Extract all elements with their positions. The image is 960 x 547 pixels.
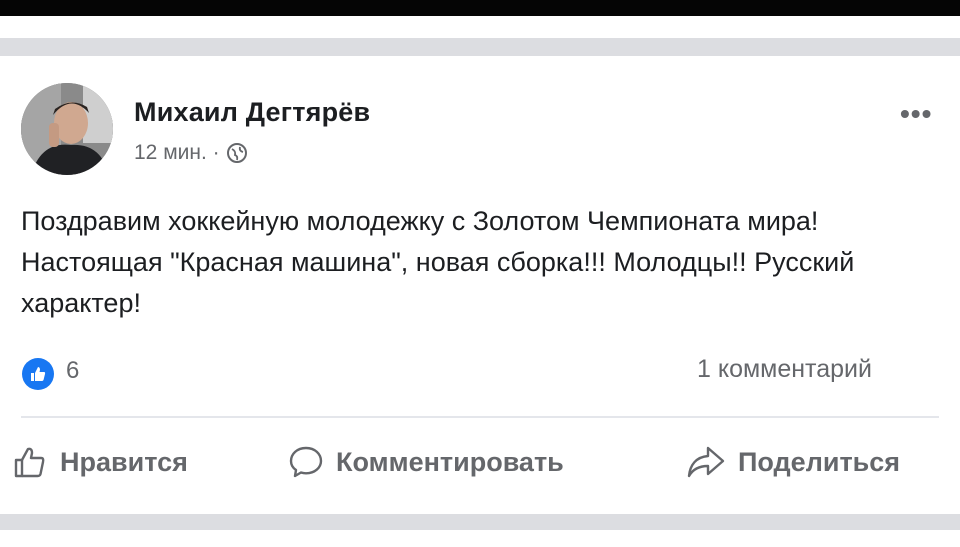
comment-button[interactable]: Комментировать <box>288 444 564 480</box>
comment-button-label: Комментировать <box>336 446 564 477</box>
post-card: Михаил Дегтярёв 12 мин. · ••• Поздравим … <box>0 56 960 514</box>
share-button-label: Поделиться <box>738 446 901 477</box>
globe-icon <box>226 142 248 164</box>
comment-icon <box>288 444 324 480</box>
share-button[interactable]: Поделиться <box>686 444 900 480</box>
top-black-bar <box>0 0 960 16</box>
avatar[interactable] <box>21 83 113 175</box>
divider <box>21 416 939 418</box>
post-meta: 12 мин. · <box>134 141 248 165</box>
likes-count[interactable]: 6 <box>66 357 79 385</box>
comments-count[interactable]: 1 комментарий <box>697 355 872 384</box>
feed-separator-bottom <box>0 514 960 530</box>
like-button-label: Нравится <box>60 446 188 477</box>
share-icon <box>686 444 726 480</box>
more-options-icon[interactable]: ••• <box>900 98 932 130</box>
like-button[interactable]: Нравится <box>12 444 188 480</box>
post-time[interactable]: 12 мин. · <box>134 141 220 165</box>
next-post-edge <box>0 530 960 547</box>
feed-separator-top <box>0 38 960 56</box>
thumbs-up-icon <box>12 444 48 480</box>
author-name[interactable]: Михаил Дегтярёв <box>134 97 370 128</box>
post-text: Поздравим хоккейную молодежку с Золотом … <box>21 206 855 318</box>
like-reaction-icon[interactable] <box>22 358 54 390</box>
